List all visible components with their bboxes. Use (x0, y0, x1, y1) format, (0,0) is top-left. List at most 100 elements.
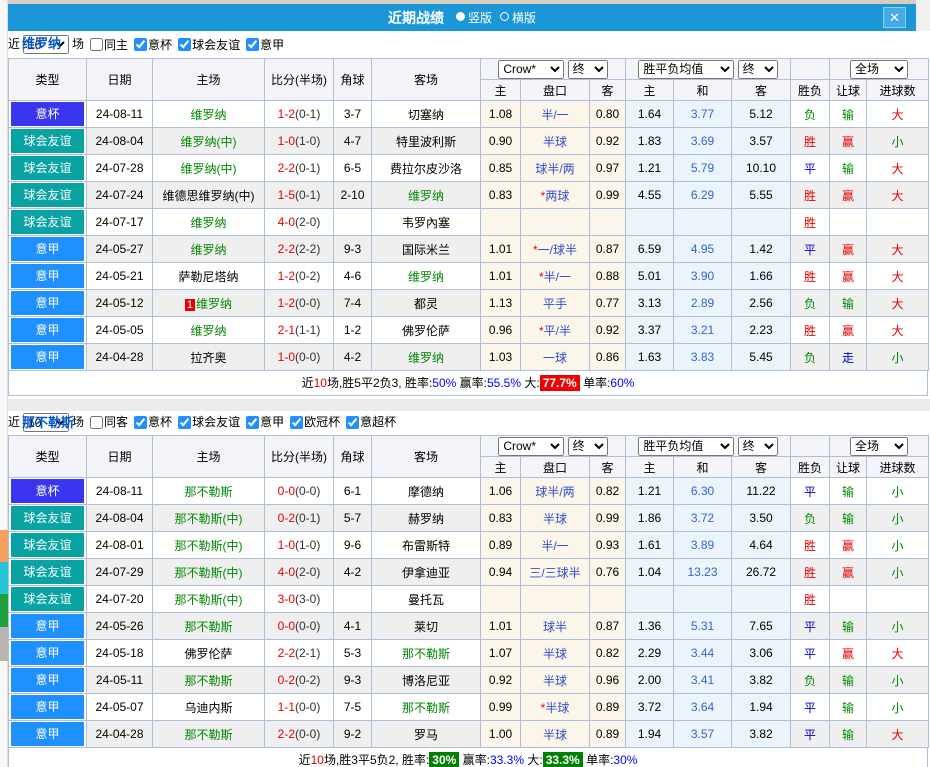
cell-handicap-result: 输 (829, 720, 867, 748)
cell-away-odds: 0.96 (589, 666, 626, 694)
layout-horizontal-radio[interactable] (500, 12, 509, 21)
league-checkbox[interactable] (246, 415, 260, 429)
cell-home-odds: 0.89 (480, 531, 521, 559)
scope-select[interactable]: 全场 (850, 59, 908, 79)
league-checkbox[interactable] (178, 38, 192, 52)
cell-away-odds (589, 585, 626, 613)
league-checkbox[interactable] (178, 415, 192, 429)
wdl-mean-select[interactable]: 胜平负均值 (638, 59, 735, 79)
league-filter[interactable]: 球会友谊 (172, 38, 240, 52)
cell-away-odds: 0.86 (589, 343, 626, 371)
same-venue-filter[interactable]: 同主 (84, 38, 128, 52)
col-goals: 进球数 (866, 456, 929, 478)
competition-badge: 球会友谊 (11, 129, 84, 153)
league-filter[interactable]: 球会友谊 (172, 415, 240, 429)
cell-mean-draw: 3.89 (673, 531, 732, 559)
cell-handicap-result (829, 585, 867, 613)
league-filter[interactable]: 意杯 (128, 38, 172, 52)
final-select[interactable]: 终 (737, 436, 778, 456)
wdl-mean-select[interactable]: 胜平负均值 (638, 436, 735, 456)
cell-handicap: 半球 (520, 639, 590, 667)
match-row: 球会友谊 24-07-29 那不勒斯(中) 4-0(2-0) 4-2 伊拿迪亚 0.94 三/… (8, 558, 929, 586)
competition-badge: 球会友谊 (11, 587, 84, 611)
same-venue-checkbox[interactable] (90, 38, 104, 52)
cell-away-team: 布雷斯特 (371, 531, 481, 559)
league-checkbox[interactable] (134, 415, 148, 429)
same-venue-checkbox[interactable] (90, 415, 104, 429)
cell-date: 24-07-29 (86, 558, 153, 586)
col-mean-draw: 和 (673, 79, 732, 101)
final-select[interactable]: 终 (737, 59, 778, 79)
cell-home-team: 维罗纳 (152, 100, 265, 128)
competition-badge: 意杯 (11, 102, 84, 126)
league-filter[interactable]: 欧冠杯 (284, 415, 340, 429)
cell-home-odds: 1.07 (480, 639, 521, 667)
cell-mean-away: 1.42 (731, 235, 791, 263)
competition-badge: 意甲 (11, 695, 84, 719)
cell-mean-away: 3.82 (731, 666, 791, 694)
league-filter[interactable]: 意甲 (240, 38, 284, 52)
cell-goals-result: 小 (866, 504, 929, 532)
cell-mean-away: 2.23 (731, 316, 791, 344)
cell-home-odds: 1.01 (480, 235, 521, 263)
cell-goals-result: 大 (866, 262, 929, 290)
col-corner: 角球 (333, 58, 372, 101)
cell-date: 24-05-27 (86, 235, 153, 263)
cell-mean-draw: 3.44 (673, 639, 732, 667)
cell-handicap: 平手 (520, 289, 590, 317)
cell-away-odds: 0.92 (589, 316, 626, 344)
cell-away-odds: 0.80 (589, 100, 626, 128)
odds-company-select[interactable]: Crow* (498, 59, 565, 79)
cell-result: 负 (790, 343, 830, 371)
league-filter[interactable]: 意超杯 (340, 415, 396, 429)
col-away: 客场 (371, 58, 481, 101)
scope-select[interactable]: 全场 (850, 436, 908, 456)
background-fragment (0, 627, 8, 661)
league-checkbox[interactable] (134, 38, 148, 52)
cell-mean-home: 3.72 (625, 693, 674, 721)
cell-home-odds: 1.01 (480, 612, 521, 640)
cell-mean-draw: 6.29 (673, 181, 732, 209)
cell-home-odds: 0.94 (480, 558, 521, 586)
cell-away-odds: 0.89 (589, 720, 626, 748)
cell-handicap-result: 赢 (829, 316, 867, 344)
cell-away-team: 韦罗內塞 (371, 208, 481, 236)
same-venue-filter[interactable]: 同客 (84, 415, 128, 429)
odds-company-select[interactable]: Crow* (498, 436, 565, 456)
section-divider (8, 399, 930, 411)
close-icon[interactable]: ✕ (883, 7, 906, 28)
cell-score: 4-0(2-0) (264, 558, 334, 586)
final-select[interactable]: 终 (567, 436, 608, 456)
cell-mean-home: 1.83 (625, 127, 674, 155)
league-checkbox[interactable] (346, 415, 360, 429)
league-checkbox[interactable] (246, 38, 260, 52)
layout-horizontal-label[interactable]: 横版 (512, 9, 536, 26)
league-filter[interactable]: 意甲 (240, 415, 284, 429)
cell-away-odds: 0.89 (589, 693, 626, 721)
cell-score: 2-1(1-1) (264, 316, 334, 344)
match-row: 球会友谊 24-07-17 维罗纳 4-0(2-0) 韦罗內塞 胜 (8, 208, 929, 236)
competition-badge: 意甲 (11, 291, 84, 315)
cell-result: 平 (790, 693, 830, 721)
summary-segment: 77.7% (539, 375, 580, 391)
league-checkbox[interactable] (290, 415, 304, 429)
cell-date: 24-05-07 (86, 693, 153, 721)
competition-badge: 意甲 (11, 345, 84, 369)
cell-corners: 5-3 (333, 639, 372, 667)
layout-vertical-label[interactable]: 竖版 (468, 9, 492, 26)
cell-goals-result: 大 (866, 289, 929, 317)
cell-home-odds: 0.83 (480, 181, 521, 209)
cell-mean-home: 1.86 (625, 504, 674, 532)
competition-badge: 球会友谊 (11, 506, 84, 530)
cell-goals-result: 小 (866, 666, 929, 694)
match-row: 意甲 24-05-18 佛罗伦萨 2-2(2-1) 5-3 那不勒斯 1.07 半球 0.82 2… (8, 639, 929, 667)
league-filter[interactable]: 意杯 (128, 415, 172, 429)
summary-segment: 赢率: (459, 753, 490, 767)
col-handicap: 盘口 (520, 79, 590, 101)
layout-vertical-radio[interactable] (455, 12, 465, 21)
final-select[interactable]: 终 (567, 59, 608, 79)
cell-corners: 9-3 (333, 666, 372, 694)
cell-score: 4-0(2-0) (264, 208, 334, 236)
cell-away-odds: 0.99 (589, 181, 626, 209)
rank-badge: 1 (184, 298, 196, 311)
